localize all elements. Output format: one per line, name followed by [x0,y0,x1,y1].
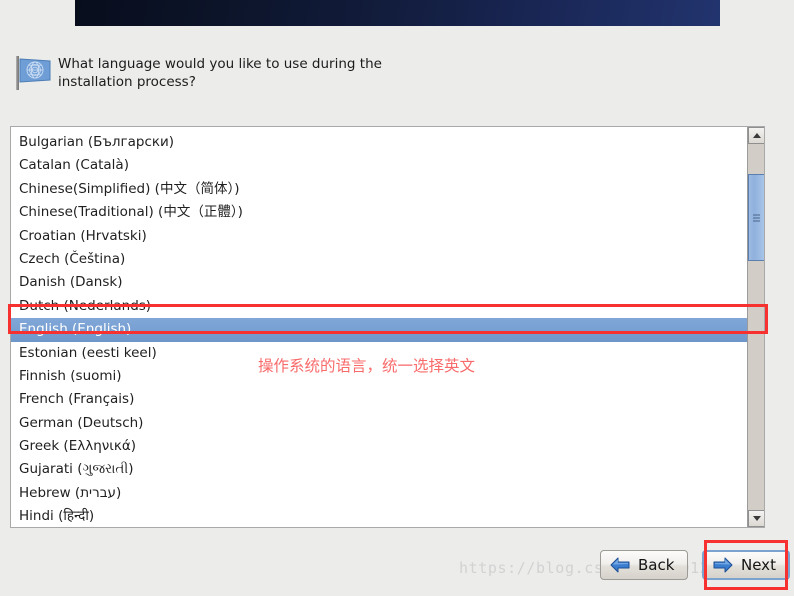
scroll-down-button[interactable] [748,510,764,527]
list-scrollbar[interactable] [747,127,764,527]
language-list-item[interactable]: Hebrew (עברית) [11,482,747,505]
language-list-item[interactable]: Chinese(Simplified) (中文（简体）) [11,178,747,201]
back-button[interactable]: Back [600,550,688,580]
language-listbox[interactable]: Bulgarian (Български) Catalan (Català) Chi… [10,126,765,528]
language-list-item[interactable]: Czech (Čeština) [11,248,747,271]
navigation-buttons: Back Next [600,550,790,580]
scrollbar-thumb[interactable] [748,174,764,261]
scrollbar-grip-icon [753,212,760,223]
language-list-item[interactable]: Dutch (Nederlands) [11,295,747,318]
un-flag-icon [10,50,54,94]
language-list-item[interactable]: English (English) [11,318,747,342]
language-list-item[interactable]: Catalan (Català) [11,154,747,177]
language-list[interactable]: Bulgarian (Български) Catalan (Català) Chi… [11,127,747,527]
next-button-label: Next [741,555,776,574]
language-list-item[interactable]: Hindi (हिन्दी) [11,505,747,527]
chevron-down-icon [752,516,761,521]
arrow-left-icon [609,557,631,573]
arrow-right-icon [712,557,734,573]
language-list-item[interactable]: Croatian (Hrvatski) [11,225,747,248]
language-list-item[interactable]: French (Français) [11,388,747,411]
language-list-item[interactable]: Chinese(Traditional) (中文（正體）) [11,201,747,224]
next-button[interactable]: Next [702,550,790,580]
question-text: What language would you like to use duri… [58,56,382,90]
language-list-item[interactable]: Greek (Ελληνικά) [11,435,747,458]
chevron-up-icon [752,133,761,138]
annotation-note: 操作系统的语言，统一选择英文 [258,357,476,375]
question-header: What language would you like to use duri… [10,50,430,94]
title-banner [75,0,720,26]
language-list-item[interactable]: Danish (Dansk) [11,271,747,294]
language-list-item[interactable]: Bulgarian (Български) [11,131,747,154]
language-list-item[interactable]: Gujarati (ગુજરાતી) [11,458,747,481]
back-button-label: Back [638,555,675,574]
scroll-up-button[interactable] [748,127,764,144]
language-list-item[interactable]: German (Deutsch) [11,412,747,435]
